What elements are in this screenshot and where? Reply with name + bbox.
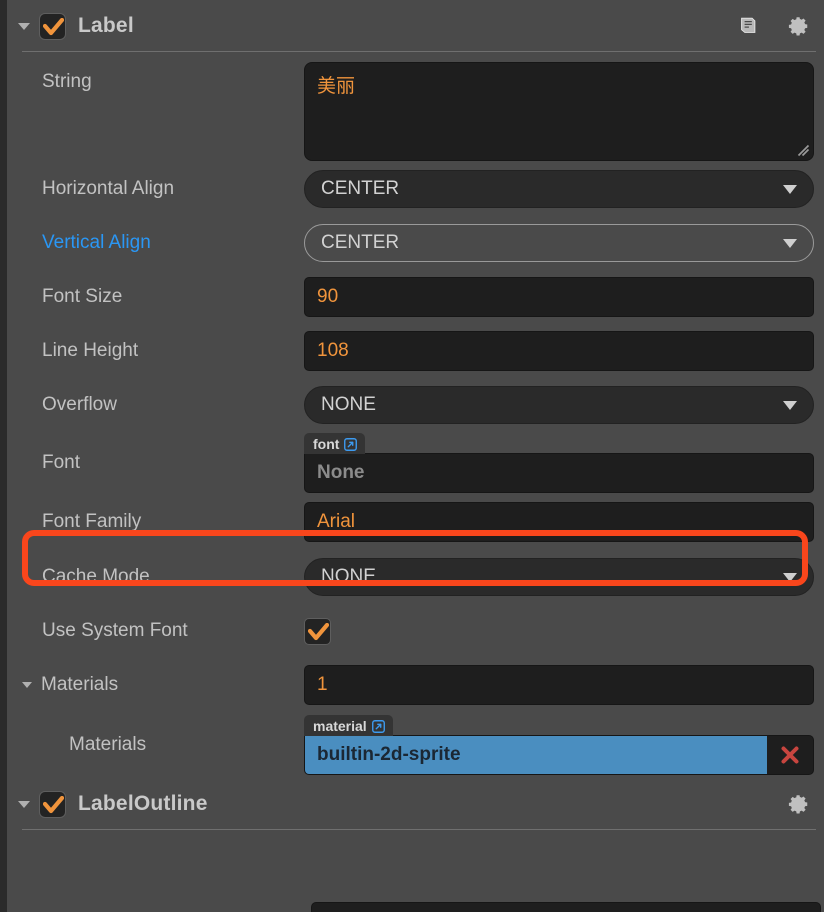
collapse-triangle-icon[interactable] — [22, 682, 32, 688]
vertical-align-select[interactable]: CENTER — [304, 224, 814, 262]
row-label-materials-group[interactable]: Materials — [22, 674, 304, 696]
vertical-align-value: CENTER — [321, 232, 400, 253]
font-asset-value[interactable]: None — [304, 453, 814, 493]
font-size-value: 90 — [317, 286, 339, 307]
resize-grip-icon[interactable] — [796, 143, 810, 157]
label-enabled-checkbox[interactable] — [39, 12, 66, 40]
overflow-value: NONE — [321, 394, 376, 415]
row-string: String 美丽 — [7, 52, 824, 162]
row-label-vertical-align: Vertical Align — [42, 232, 151, 253]
row-label-materials-item: Materials — [69, 734, 147, 755]
materials-item-control: material builtin-2d-sprite — [304, 715, 824, 775]
materials-count-value: 1 — [317, 674, 328, 695]
collapse-triangle-icon[interactable] — [18, 22, 30, 30]
font-size-input[interactable]: 90 — [304, 277, 814, 317]
external-link-icon[interactable] — [344, 437, 358, 451]
row-materials-group: Materials 1 — [7, 658, 824, 712]
font-asset-type-tab[interactable]: font — [304, 433, 366, 454]
materials-count-control: 1 — [304, 665, 824, 705]
checkmark-icon — [43, 795, 64, 813]
row-label-line-height: Line Height — [42, 340, 139, 361]
font-family-value: Arial — [317, 511, 356, 532]
font-family-control: Arial — [304, 502, 824, 542]
labeloutline-enabled-checkbox[interactable] — [39, 790, 66, 818]
line-height-value: 108 — [317, 340, 349, 361]
overflow-control: NONE — [304, 386, 824, 424]
horizontal-align-select[interactable]: CENTER — [304, 170, 814, 208]
component-title-labeloutline: LabelOutline — [78, 792, 208, 815]
book-icon[interactable] — [737, 15, 759, 37]
chevron-down-icon — [783, 184, 797, 194]
font-family-input[interactable]: Arial — [304, 502, 814, 542]
line-height-control: 108 — [304, 331, 824, 371]
labeloutline-first-field-partial[interactable] — [311, 902, 821, 912]
component-header-labeloutline[interactable]: LabelOutline — [7, 778, 824, 830]
close-icon — [781, 746, 799, 764]
overflow-select[interactable]: NONE — [304, 386, 814, 424]
string-control: 美丽 — [304, 62, 824, 161]
cache-mode-control: NONE — [304, 558, 824, 596]
string-input[interactable]: 美丽 — [304, 62, 814, 161]
line-height-input[interactable]: 108 — [304, 331, 814, 371]
row-use-system-font: Use System Font — [7, 604, 824, 658]
header-divider — [22, 829, 816, 830]
materials-group-label-text: Materials — [41, 674, 119, 695]
collapse-triangle-icon[interactable] — [18, 800, 30, 808]
inspector-panel: Label String 美丽 Horizontal Align CENTER … — [0, 0, 824, 912]
chevron-down-icon — [783, 572, 797, 582]
materials-count-input[interactable]: 1 — [304, 665, 814, 705]
horizontal-align-value: CENTER — [321, 178, 400, 199]
external-link-icon[interactable] — [371, 719, 385, 733]
row-overflow: Overflow NONE — [7, 378, 824, 432]
row-materials-item: Materials material builtin-2d-sprite — [7, 712, 824, 778]
panel-left-gutter — [0, 0, 7, 912]
row-cache-mode: Cache Mode NONE — [7, 550, 824, 604]
cache-mode-select[interactable]: NONE — [304, 558, 814, 596]
cache-mode-value: NONE — [321, 566, 376, 587]
gear-icon[interactable] — [788, 793, 810, 815]
font-control: font None — [304, 433, 824, 493]
row-font-family: Font Family Arial — [7, 494, 824, 550]
material-asset-type-tab[interactable]: material — [304, 715, 393, 736]
component-header-label[interactable]: Label — [7, 0, 824, 52]
material-asset-type-label: material — [313, 718, 367, 734]
chevron-down-icon — [783, 238, 797, 248]
row-label-font-size: Font Size — [42, 286, 123, 307]
material-remove-button[interactable] — [767, 736, 813, 774]
inspector-content: Label String 美丽 Horizontal Align CENTER … — [7, 0, 824, 912]
horizontal-align-control: CENTER — [304, 170, 824, 208]
material-asset-slot: material builtin-2d-sprite — [304, 715, 814, 775]
row-horizontal-align: Horizontal Align CENTER — [7, 162, 824, 216]
chevron-down-icon — [783, 400, 797, 410]
row-label-use-system-font: Use System Font — [42, 620, 188, 641]
row-label-string: String — [42, 71, 92, 92]
use-system-font-checkbox[interactable] — [304, 617, 331, 645]
vertical-align-control: CENTER — [304, 224, 824, 262]
font-asset-value-text: None — [317, 462, 365, 483]
use-system-font-control — [304, 617, 824, 645]
checkmark-icon — [308, 622, 329, 640]
font-asset-slot: font None — [304, 433, 814, 493]
checkmark-icon — [43, 17, 64, 35]
row-line-height: Line Height 108 — [7, 324, 824, 378]
row-label-font: Font — [42, 452, 81, 473]
component-title-label: Label — [78, 14, 134, 37]
font-size-control: 90 — [304, 277, 824, 317]
row-label-overflow: Overflow — [42, 394, 117, 415]
label-properties: String 美丽 Horizontal Align CENTER Vertic… — [7, 52, 824, 778]
component-header-actions — [788, 793, 810, 815]
component-header-actions — [737, 15, 810, 37]
row-font-size: Font Size 90 — [7, 270, 824, 324]
material-asset-value[interactable]: builtin-2d-sprite — [304, 735, 814, 775]
font-asset-type-label: font — [313, 436, 340, 452]
gear-icon[interactable] — [788, 15, 810, 37]
row-label-cache-mode: Cache Mode — [42, 566, 150, 587]
row-label-horizontal-align: Horizontal Align — [42, 178, 175, 199]
row-vertical-align: Vertical Align CENTER — [7, 216, 824, 270]
row-label-font-family: Font Family — [42, 511, 142, 532]
material-asset-name: builtin-2d-sprite — [305, 736, 767, 774]
string-value: 美丽 — [317, 76, 356, 97]
row-font: Font font None — [7, 432, 824, 494]
